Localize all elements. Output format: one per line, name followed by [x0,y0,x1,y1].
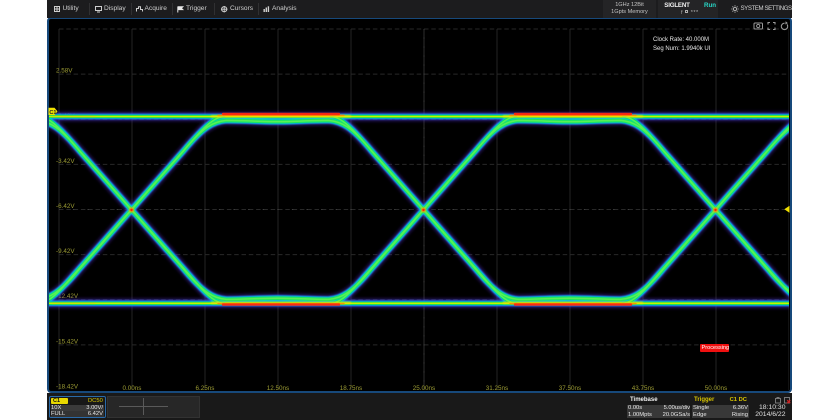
svg-text:-9.42V: -9.42V [56,248,75,255]
svg-text:12.50ns: 12.50ns [267,385,289,392]
svg-text:2.58V: 2.58V [56,68,73,75]
svg-text:43.75ns: 43.75ns [632,385,654,392]
svg-text:-15.42V: -15.42V [56,338,79,345]
svg-text:50.00ns: 50.00ns [705,385,727,392]
svg-text:37.50ns: 37.50ns [559,385,581,392]
svg-text:0.00ns: 0.00ns [123,385,142,392]
svg-text:18.75ns: 18.75ns [340,385,362,392]
svg-text:-6.42V: -6.42V [56,203,75,210]
svg-text:-18.42V: -18.42V [56,384,79,391]
svg-text:6.25ns: 6.25ns [196,385,215,392]
svg-text:31.25ns: 31.25ns [486,385,508,392]
svg-text:25.00ns: 25.00ns [413,385,435,392]
svg-text:C1: C1 [49,110,56,116]
svg-text:-3.42V: -3.42V [56,158,75,165]
